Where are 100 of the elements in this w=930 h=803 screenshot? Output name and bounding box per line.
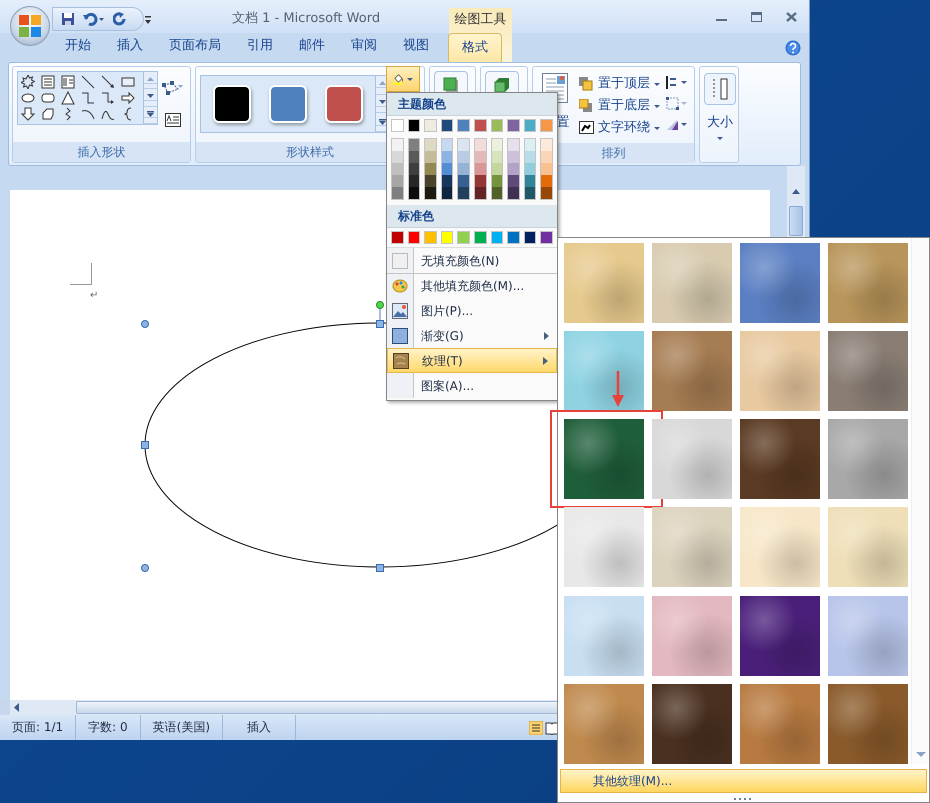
color-swatch[interactable] bbox=[524, 119, 536, 132]
texture-swatch[interactable] bbox=[828, 596, 908, 676]
color-swatch[interactable] bbox=[425, 139, 436, 151]
color-swatch[interactable] bbox=[508, 163, 519, 175]
color-swatch[interactable] bbox=[408, 231, 420, 244]
color-swatch[interactable] bbox=[524, 151, 536, 163]
color-swatch[interactable] bbox=[425, 187, 436, 199]
texture-swatch[interactable] bbox=[564, 331, 644, 412]
resize-grip-icon[interactable] bbox=[734, 798, 754, 801]
color-swatch[interactable] bbox=[408, 139, 420, 151]
color-swatch[interactable] bbox=[474, 187, 486, 199]
color-swatch[interactable] bbox=[392, 187, 403, 199]
color-swatch[interactable] bbox=[541, 151, 552, 163]
selection-handle[interactable] bbox=[141, 320, 149, 328]
texture-swatch[interactable] bbox=[740, 419, 820, 500]
texture-scrollbar[interactable] bbox=[911, 238, 929, 764]
texture-swatch[interactable] bbox=[652, 596, 732, 676]
color-swatch[interactable] bbox=[474, 163, 486, 175]
ribbon-tab[interactable]: 视图 bbox=[390, 36, 442, 62]
color-swatch[interactable] bbox=[508, 175, 519, 187]
color-swatch[interactable] bbox=[474, 151, 486, 163]
color-swatch[interactable] bbox=[508, 151, 519, 163]
color-swatch[interactable] bbox=[507, 119, 520, 132]
color-swatch[interactable] bbox=[392, 151, 403, 163]
color-swatch[interactable] bbox=[440, 231, 454, 244]
color-swatch[interactable] bbox=[408, 163, 420, 175]
color-swatch[interactable] bbox=[424, 231, 437, 244]
selection-handle[interactable] bbox=[376, 320, 384, 328]
color-swatch[interactable] bbox=[457, 119, 470, 132]
texture-swatch[interactable] bbox=[564, 419, 644, 500]
selection-handle[interactable] bbox=[141, 564, 149, 572]
ribbon-tab[interactable]: 邮件 bbox=[286, 36, 338, 62]
texture-swatch[interactable] bbox=[652, 684, 732, 764]
close-icon[interactable] bbox=[786, 12, 797, 22]
color-swatch[interactable] bbox=[524, 139, 536, 151]
color-swatch[interactable] bbox=[474, 175, 486, 187]
color-swatch[interactable] bbox=[524, 163, 536, 175]
color-swatch[interactable] bbox=[492, 175, 502, 187]
fill-color-button[interactable] bbox=[386, 66, 420, 92]
color-swatch[interactable] bbox=[391, 119, 404, 132]
texture-swatch[interactable] bbox=[564, 507, 644, 588]
print-layout-icon[interactable] bbox=[529, 720, 543, 734]
style-swatch[interactable] bbox=[325, 85, 363, 123]
texture-swatch[interactable] bbox=[740, 331, 820, 412]
scroll-down-icon[interactable] bbox=[144, 94, 157, 101]
arrange-command[interactable]: 文字环绕 bbox=[577, 117, 662, 139]
color-swatch[interactable] bbox=[442, 175, 452, 187]
color-swatch[interactable] bbox=[507, 231, 520, 244]
color-swatch[interactable] bbox=[524, 231, 536, 244]
color-swatch[interactable] bbox=[408, 187, 420, 199]
color-swatch[interactable] bbox=[508, 139, 519, 151]
rotate-icon[interactable] bbox=[666, 118, 688, 131]
color-swatch[interactable] bbox=[458, 151, 469, 163]
redo-icon[interactable] bbox=[113, 12, 127, 26]
rotation-handle[interactable] bbox=[376, 301, 384, 322]
menu-item[interactable]: 纹理(T) bbox=[387, 348, 557, 373]
color-swatch[interactable] bbox=[540, 231, 553, 244]
arrange-command[interactable]: 置于底层 bbox=[577, 95, 662, 117]
menu-item[interactable]: 图片(P)... bbox=[387, 298, 557, 323]
color-swatch[interactable] bbox=[458, 175, 469, 187]
color-swatch[interactable] bbox=[490, 231, 504, 244]
color-swatch[interactable] bbox=[392, 139, 403, 151]
color-swatch[interactable] bbox=[408, 175, 420, 187]
more-textures-item[interactable]: 其他纹理(M)... bbox=[560, 769, 927, 793]
texture-swatch[interactable] bbox=[740, 507, 820, 588]
texture-swatch[interactable] bbox=[828, 331, 908, 412]
texture-swatch[interactable] bbox=[652, 331, 732, 412]
texture-swatch[interactable] bbox=[828, 507, 908, 588]
texture-swatch[interactable] bbox=[828, 684, 908, 764]
color-swatch[interactable] bbox=[458, 139, 469, 151]
menu-item[interactable]: 无填充颜色(N) bbox=[387, 248, 557, 273]
color-swatch[interactable] bbox=[508, 187, 519, 199]
arrange-command[interactable]: 置于顶层 bbox=[577, 73, 662, 95]
color-swatch[interactable] bbox=[392, 175, 403, 187]
texture-swatch[interactable] bbox=[652, 419, 732, 500]
color-swatch[interactable] bbox=[492, 151, 502, 163]
menu-item[interactable]: 渐变(G) bbox=[387, 323, 557, 348]
maximize-icon[interactable] bbox=[751, 12, 762, 22]
color-swatch[interactable] bbox=[440, 119, 454, 132]
color-swatch[interactable] bbox=[540, 119, 553, 132]
color-swatch[interactable] bbox=[524, 175, 536, 187]
texture-swatch[interactable] bbox=[564, 684, 644, 764]
color-swatch[interactable] bbox=[424, 119, 437, 132]
text-box-icon[interactable] bbox=[165, 113, 181, 127]
menu-item[interactable]: 图案(A)... bbox=[387, 373, 557, 398]
style-swatch[interactable] bbox=[213, 85, 251, 123]
color-swatch[interactable] bbox=[391, 231, 404, 244]
texture-swatch[interactable] bbox=[740, 596, 820, 676]
customize-icon[interactable] bbox=[144, 15, 152, 25]
color-swatch[interactable] bbox=[492, 163, 502, 175]
color-swatch[interactable] bbox=[425, 175, 436, 187]
color-swatch[interactable] bbox=[457, 231, 470, 244]
color-swatch[interactable] bbox=[408, 119, 420, 132]
texture-swatch[interactable] bbox=[828, 243, 908, 323]
save-icon[interactable] bbox=[61, 12, 75, 26]
color-swatch[interactable] bbox=[458, 187, 469, 199]
color-swatch[interactable] bbox=[490, 119, 504, 132]
scroll-thumb[interactable] bbox=[789, 206, 803, 236]
texture-swatch[interactable] bbox=[740, 243, 820, 323]
color-swatch[interactable] bbox=[442, 187, 452, 199]
